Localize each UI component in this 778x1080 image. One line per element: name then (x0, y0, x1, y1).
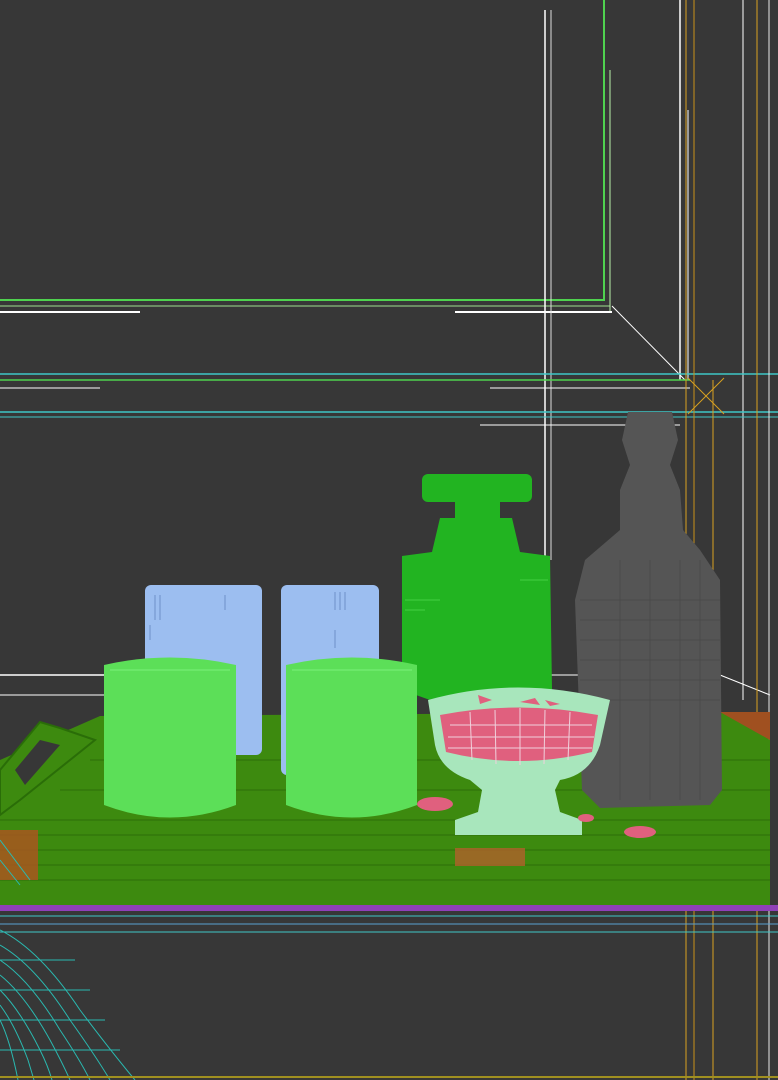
green-glass-left[interactable] (104, 657, 236, 818)
3d-viewport[interactable] (0, 0, 778, 1080)
bowl-contents (440, 707, 598, 761)
table-edge (0, 905, 778, 911)
green-glass-right[interactable] (286, 657, 417, 818)
